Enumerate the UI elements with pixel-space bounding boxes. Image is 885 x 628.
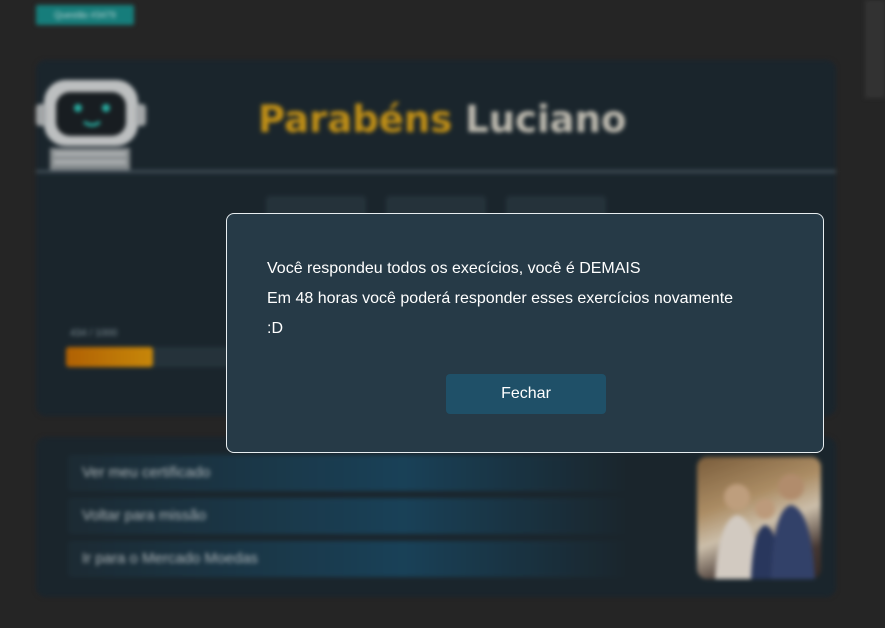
completion-dialog: Você respondeu todos os execícios, você …: [226, 213, 824, 453]
close-button[interactable]: Fechar: [446, 374, 606, 414]
dialog-message-line-1: Você respondeu todos os execícios, você …: [267, 260, 641, 277]
dialog-message-line-2: Em 48 horas você poderá responder esses …: [267, 290, 734, 307]
dialog-message-line-3: :D: [267, 320, 283, 337]
